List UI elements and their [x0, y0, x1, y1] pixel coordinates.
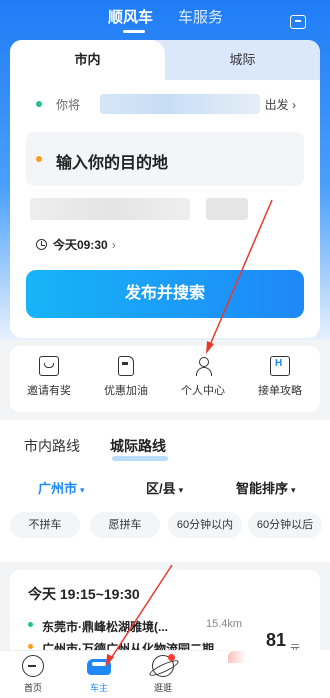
- district-filter[interactable]: 区/县 ▾: [146, 478, 183, 497]
- chip-within-60min[interactable]: 60分钟以内: [168, 512, 242, 538]
- nav-home[interactable]: 首页: [8, 655, 58, 694]
- quick-action-guide[interactable]: 接单攻略: [244, 356, 316, 398]
- person-icon: [193, 356, 213, 376]
- destination-input[interactable]: 输入你的目的地: [26, 132, 304, 186]
- origin-label: 你将: [56, 98, 81, 112]
- depart-label: 出发 ›: [264, 98, 296, 112]
- tab-underline: [123, 30, 145, 33]
- tab-hitch[interactable]: 顺风车: [108, 6, 153, 27]
- notification-dot: [168, 654, 175, 661]
- caret-down-icon: ▾: [80, 485, 85, 495]
- quick-action-label: 邀请有奖: [27, 385, 71, 397]
- quick-action-fuel[interactable]: 优惠加油: [90, 356, 162, 398]
- city-filter[interactable]: 广州市 ▾: [38, 478, 85, 497]
- destination-placeholder: 输入你的目的地: [56, 155, 169, 172]
- nav-label: 首页: [23, 683, 42, 693]
- guide-icon: [270, 356, 290, 376]
- destination-dot: [28, 644, 33, 649]
- tab-intercity-routes[interactable]: 城际路线: [110, 436, 166, 456]
- origin-row[interactable]: 你将 出发 ›: [26, 92, 306, 116]
- city-filter-label: 广州市: [38, 481, 78, 496]
- trip-card[interactable]: 今天 19:15~19:30 东莞市·鼎峰松湖雅境(... 15.4km 广州市…: [10, 570, 320, 660]
- origin-dot: [28, 622, 33, 627]
- planet-icon: [152, 654, 175, 677]
- origin-address-redacted: [100, 94, 260, 114]
- nav-owner[interactable]: 车主: [74, 655, 124, 694]
- district-filter-label: 区/县: [146, 481, 176, 496]
- quick-action-label: 接单攻略: [258, 385, 302, 397]
- tab-underline: [112, 456, 168, 461]
- redacted-block: [206, 198, 248, 220]
- nav-explore[interactable]: 逛逛: [138, 654, 188, 694]
- trip-origin: 东莞市·鼎峰松湖雅境(...: [42, 620, 168, 634]
- departure-time: 今天09:30: [53, 238, 108, 252]
- tab-in-city[interactable]: 市内: [10, 40, 165, 80]
- booking-card: 市内 城际 你将 出发 › 输入你的目的地 今天09:30 › 发布并搜索: [10, 40, 320, 338]
- message-icon[interactable]: [290, 15, 306, 29]
- publish-search-button[interactable]: 发布并搜索: [26, 270, 304, 318]
- sort-filter-label: 智能排序: [236, 481, 289, 496]
- nav-label: 车主: [89, 683, 108, 693]
- quick-action-label: 优惠加油: [104, 385, 148, 397]
- gift-card-icon: [39, 356, 59, 376]
- routes-section: 市内路线 城际路线 广州市 ▾ 区/县 ▾ 智能排序 ▾ 不拼车 愿拼车 60分钟以内…: [0, 420, 330, 562]
- chevron-right-icon: ›: [111, 238, 116, 252]
- trip-time: 今天 19:15~19:30: [28, 586, 140, 602]
- trip-price: 81: [266, 630, 287, 650]
- departure-time-selector[interactable]: 今天09:30 ›: [36, 236, 116, 254]
- quick-action-profile[interactable]: 个人中心: [167, 356, 239, 398]
- chip-carpool[interactable]: 愿拼车: [90, 512, 160, 538]
- quick-action-label: 个人中心: [181, 385, 225, 397]
- redacted-block: [30, 198, 190, 220]
- chip-after-60min[interactable]: 60分钟以后: [248, 512, 322, 538]
- bottom-fade: [190, 650, 330, 698]
- sort-filter[interactable]: 智能排序 ▾: [236, 478, 296, 497]
- fuel-icon: [118, 356, 134, 376]
- destination-dot: [36, 156, 42, 162]
- quick-actions: 邀请有奖 优惠加油 个人中心 接单攻略: [10, 346, 320, 412]
- car-icon: [87, 659, 111, 675]
- home-icon: [22, 655, 44, 677]
- caret-down-icon: ▾: [178, 485, 184, 495]
- nav-label: 逛逛: [153, 683, 172, 693]
- trip-distance: 15.4km: [206, 618, 243, 630]
- top-nav: 顺风车 车服务: [0, 6, 330, 33]
- mode-tabs: 市内 城际: [10, 40, 320, 80]
- chip-no-carpool[interactable]: 不拼车: [10, 512, 80, 538]
- origin-dot: [36, 101, 42, 107]
- caret-down-icon: ▾: [291, 485, 296, 495]
- clock-icon: [36, 239, 47, 250]
- tab-intercity[interactable]: 城际: [165, 40, 320, 80]
- tab-car-service[interactable]: 车服务: [178, 6, 223, 27]
- quick-action-invite[interactable]: 邀请有奖: [13, 356, 85, 398]
- redacted-row: [26, 196, 304, 222]
- tab-city-routes[interactable]: 市内路线: [24, 436, 80, 456]
